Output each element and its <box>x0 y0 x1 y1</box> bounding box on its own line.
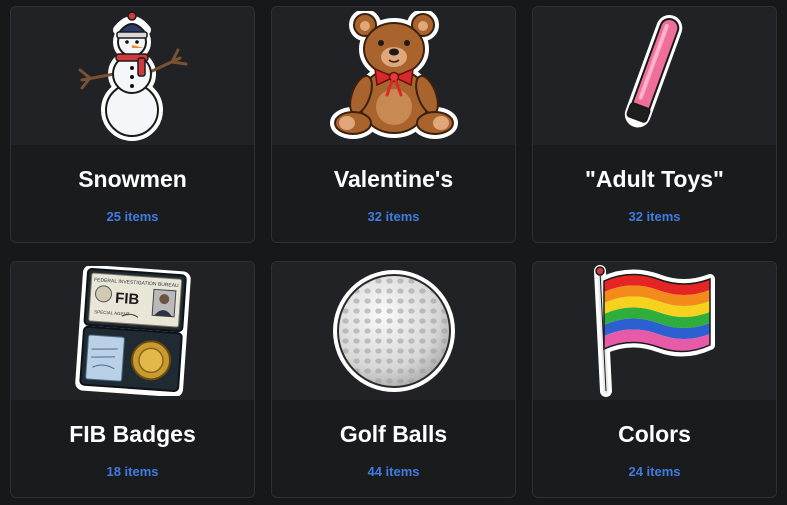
badge-logo-text: FIB <box>114 290 139 309</box>
card-info: Colors 24 items <box>533 400 776 497</box>
card-info: Valentine's 32 items <box>272 145 515 242</box>
pink-toy-icon <box>624 14 682 128</box>
category-card-colors[interactable]: Colors 24 items <box>532 261 777 498</box>
snowman-icon <box>78 11 187 141</box>
card-thumbnail <box>533 7 776 145</box>
category-title: Valentine's <box>333 166 454 192</box>
category-card-valentines[interactable]: Valentine's 32 items <box>271 6 516 243</box>
card-info: "Adult Toys" 32 items <box>533 145 776 242</box>
card-thumbnail <box>533 262 776 400</box>
category-title: FIB Badges <box>69 421 196 447</box>
item-count: 18 items <box>106 464 159 479</box>
category-title: Colors <box>618 421 691 447</box>
item-count: 25 items <box>106 209 159 224</box>
card-thumbnail: FEDERAL INVESTIGATION BUREAU FIB SPECIAL… <box>11 262 254 400</box>
item-count: 24 items <box>628 464 681 479</box>
card-thumbnail <box>272 262 515 400</box>
category-card-snowmen[interactable]: Snowmen 25 items <box>10 6 255 243</box>
card-thumbnail <box>11 7 254 145</box>
item-count: 32 items <box>367 209 420 224</box>
golf-ball-icon <box>332 270 455 392</box>
badge-wallet-icon: FEDERAL INVESTIGATION BUREAU FIB SPECIAL… <box>74 266 191 396</box>
category-title: Golf Balls <box>339 421 448 447</box>
card-info: FIB Badges 18 items <box>11 400 254 497</box>
card-info: Golf Balls 44 items <box>272 400 515 497</box>
rainbow-flag-icon <box>593 265 715 397</box>
category-card-adult-toys[interactable]: "Adult Toys" 32 items <box>532 6 777 243</box>
category-card-golf-balls[interactable]: Golf Balls 44 items <box>271 261 516 498</box>
category-grid: Snowmen 25 items Valentine's 32 items "A… <box>0 0 787 505</box>
card-thumbnail <box>272 7 515 145</box>
card-info: Snowmen 25 items <box>11 145 254 242</box>
teddy-bear-icon <box>329 11 458 139</box>
category-card-fib-badges[interactable]: FEDERAL INVESTIGATION BUREAU FIB SPECIAL… <box>10 261 255 498</box>
item-count: 44 items <box>367 464 420 479</box>
category-title: "Adult Toys" <box>585 166 724 192</box>
category-title: Snowmen <box>78 166 187 192</box>
item-count: 32 items <box>628 209 681 224</box>
